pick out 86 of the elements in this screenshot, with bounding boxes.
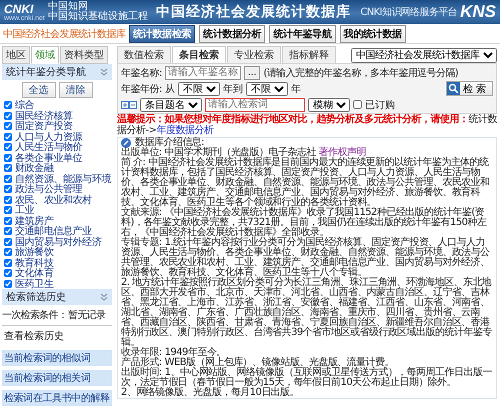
checkbox[interactable] — [4, 132, 12, 141]
range-text: 从 — [164, 82, 175, 96]
nav-button[interactable]: 统计年鉴导航 — [269, 24, 336, 42]
year-select[interactable]: 不限 — [246, 82, 288, 96]
page-title: 中国经济社会发展统计数据库 — [3, 28, 125, 40]
info-text: 简 介: 中国经济社会发展统计数据库是目前国内最大的连续更新的以统计年鉴为主体的统计资料数据库，包括了国民经济核算、固定资产投资、人口与人力资源、人民生活与物价、各类企事业单位、财政金融、自然资源、能源与环境、政法与公共管理、农民农业和农村、工业、建筑房产、交通邮电信息产业、国内贸易与对外经济、旅游餐饮、教育科技、文化体育、医药卫生等各个领域和行业的各类统计资料。 — [121, 158, 491, 208]
search-tab[interactable]: 专业检索 — [227, 46, 281, 63]
checkbox[interactable] — [4, 112, 12, 120]
search-tab[interactable]: 条目检索 — [172, 46, 226, 63]
history-link[interactable]: 查看检索历史 — [2, 326, 112, 346]
year-select[interactable]: 不限 — [178, 82, 220, 96]
checkbox[interactable] — [4, 258, 12, 267]
nav-button[interactable]: 我的统计数据 — [340, 24, 406, 42]
checkbox[interactable] — [4, 101, 12, 110]
clear-button[interactable]: 清除 — [58, 82, 92, 98]
checkbox[interactable] — [353, 100, 362, 109]
checkbox-label: 已订购 — [365, 98, 395, 112]
category-link[interactable]: 医药卫生 — [15, 276, 54, 291]
nav-button[interactable]: 统计数据检索 — [129, 24, 196, 42]
checkbox[interactable] — [4, 206, 12, 214]
checkbox[interactable] — [4, 154, 12, 162]
platform-name: CNKI知识网络服务平台 — [360, 6, 458, 19]
checkbox[interactable] — [4, 227, 12, 236]
keyword-field[interactable]: 请输入检索词 — [205, 98, 305, 112]
checkbox[interactable] — [4, 185, 12, 194]
logo-mark: CNKI — [4, 2, 34, 14]
search-icon — [446, 82, 460, 95]
field-label: 年鉴名称: — [121, 66, 162, 80]
section-header[interactable]: 检索筛选历史 — [2, 289, 112, 305]
checkbox[interactable] — [4, 280, 12, 288]
analysis-link[interactable]: 年度数据分析 — [156, 124, 214, 136]
search-button[interactable]: 检 索 — [446, 81, 493, 96]
checkbox[interactable] — [4, 143, 12, 152]
range-text: 年 — [290, 82, 301, 96]
chevron-icon[interactable] — [100, 68, 108, 76]
plus-minus-icon[interactable] — [121, 100, 137, 108]
brand-logo: KNS — [460, 2, 496, 22]
info-title: 数据库介绍信息: — [135, 138, 204, 148]
checkbox[interactable] — [4, 238, 12, 246]
field-label: 年鉴年份: — [121, 82, 162, 96]
category-link[interactable]: 财政金融 — [15, 161, 54, 176]
checkbox[interactable] — [4, 164, 12, 172]
range-text: 年到 — [222, 82, 243, 96]
info-text: 出版单位: 中国学术期刊（光盘版）电子杂志社 著作权声明 — [121, 148, 366, 158]
info-text: 产品形式: WEB版（网上包库）、镜像站版、光盘版、流量计费。 — [121, 358, 395, 368]
info-text: 文献来源: 《中国经济社会发展统计数据库》收录了我国1152种已经出版的统计年鉴(资料)，各年鉴文献收录完整，共7321册。目前，我国仍在连续出版的统计年鉴有150种左右，《中国经济社会发展统计数据库》全部收录。 — [121, 208, 488, 238]
database-title: 中国经济社会发展统计数据库 — [156, 3, 351, 21]
chevron-icon[interactable] — [100, 293, 108, 301]
related-link[interactable]: 当前检索词的相关词 — [2, 370, 112, 386]
logo-name: 中国知网 — [48, 2, 88, 12]
checkbox[interactable] — [4, 269, 12, 278]
related-link[interactable]: 当前检索词的相似词 — [2, 350, 112, 366]
info-text: 2. 地方统计年鉴按照行政区划分类可分为长江三角洲、珠江三角洲、环渤海地区、东北地区、西部大开发省市、北京市、天津市、河北省、山西省、内蒙古自治区、辽宁省、吉林省、黑龙江省、上海市、江苏省、浙江省、安徽省、福建省、江西省、山东省、河南省、湖北省、湖南省、广东省、广西壮族自治区、海南省、重庆市、四川省、贵州省、云南省、西藏自治区、陕西省、甘肃省、青海省、宁夏回族自治区、新疆维吾尔自治区、香港特别行政区、澳门特别行政区、台湾省共39个省市地区或省级行政区域出版的统计年鉴专辑。 — [121, 278, 493, 348]
database-select[interactable]: 中国经济社会发展统计数据库 — [351, 48, 497, 63]
sidebar-tab[interactable]: 领域 — [31, 46, 59, 64]
category-link[interactable]: 综合 — [15, 98, 34, 112]
section-title: 检索筛选历史 — [6, 290, 66, 304]
search-tab[interactable]: 数值检索 — [117, 46, 171, 63]
checkbox[interactable] — [4, 174, 12, 183]
yearbook-field[interactable]: 请输入年鉴名称 — [164, 66, 241, 80]
logo-tagline: 中国知识基础设施工程 — [48, 12, 148, 22]
condition-value: 暂无记录 — [68, 308, 106, 322]
hint-text: (请输入完整的年鉴名称，多本年鉴用逗号分隔) — [263, 66, 458, 80]
related-link[interactable]: 检索词在工具书中的解释 — [2, 390, 112, 406]
sidebar-tab[interactable]: 地区 — [2, 46, 30, 64]
checkbox[interactable] — [4, 122, 12, 130]
info-text: 收录年限: 1949年至今。 — [121, 348, 226, 358]
section-title: 统计年鉴分类导航 — [6, 66, 86, 79]
checkbox[interactable] — [4, 196, 12, 204]
sidebar-tab[interactable]: 资料类型 — [60, 46, 108, 64]
browse-button[interactable]: ... — [244, 66, 260, 80]
checkbox[interactable] — [4, 248, 12, 256]
nav-button[interactable]: 统计数据分析 — [199, 24, 266, 42]
notice-text: 温馨提示：如果您想对年度指标进行地区对比，趋势分析及多元统计分析，请使用：统计数据分析->年度数据分析 — [117, 115, 497, 136]
condition-label: 一次检索条件： — [2, 308, 68, 322]
match-select[interactable]: 模糊 — [308, 98, 350, 112]
info-text: 出版时间: 1、中心网站版、网络镜像版（互联网或卫星传送方式），每两周工作日出版一次，法定节假日（春节假日一般为15天，每年假日前10天公布起止日期）除外。 — [121, 368, 493, 388]
copyright-link[interactable]: 著作权声明 — [318, 147, 366, 158]
section-header[interactable]: 统计年鉴分类导航 — [2, 64, 112, 80]
checkbox[interactable] — [4, 216, 12, 225]
search-tab[interactable]: 指标解释 — [282, 46, 336, 63]
info-text: 专辑专题: 1.统计年鉴内容按行业分类可分为国民经济核算、固定资产投资、人口与人力资源、人民生活与物价、各类企事业单位、财政金融、自然资源、能源与环境、政法与公共管理、农民农业和农村、工业、建筑房产、交通邮电信息产业、国内贸易与对外经济、旅游餐饮、教育科技、文化体育、医药卫生等十八个专辑。 — [121, 238, 490, 278]
pen-icon — [121, 138, 131, 148]
field-select[interactable]: 条目题名 — [140, 98, 202, 112]
select-all-button[interactable]: 全选 — [22, 82, 56, 98]
info-text: 2、网络镜像版、光盘版，每月10日出版。 — [121, 388, 300, 398]
